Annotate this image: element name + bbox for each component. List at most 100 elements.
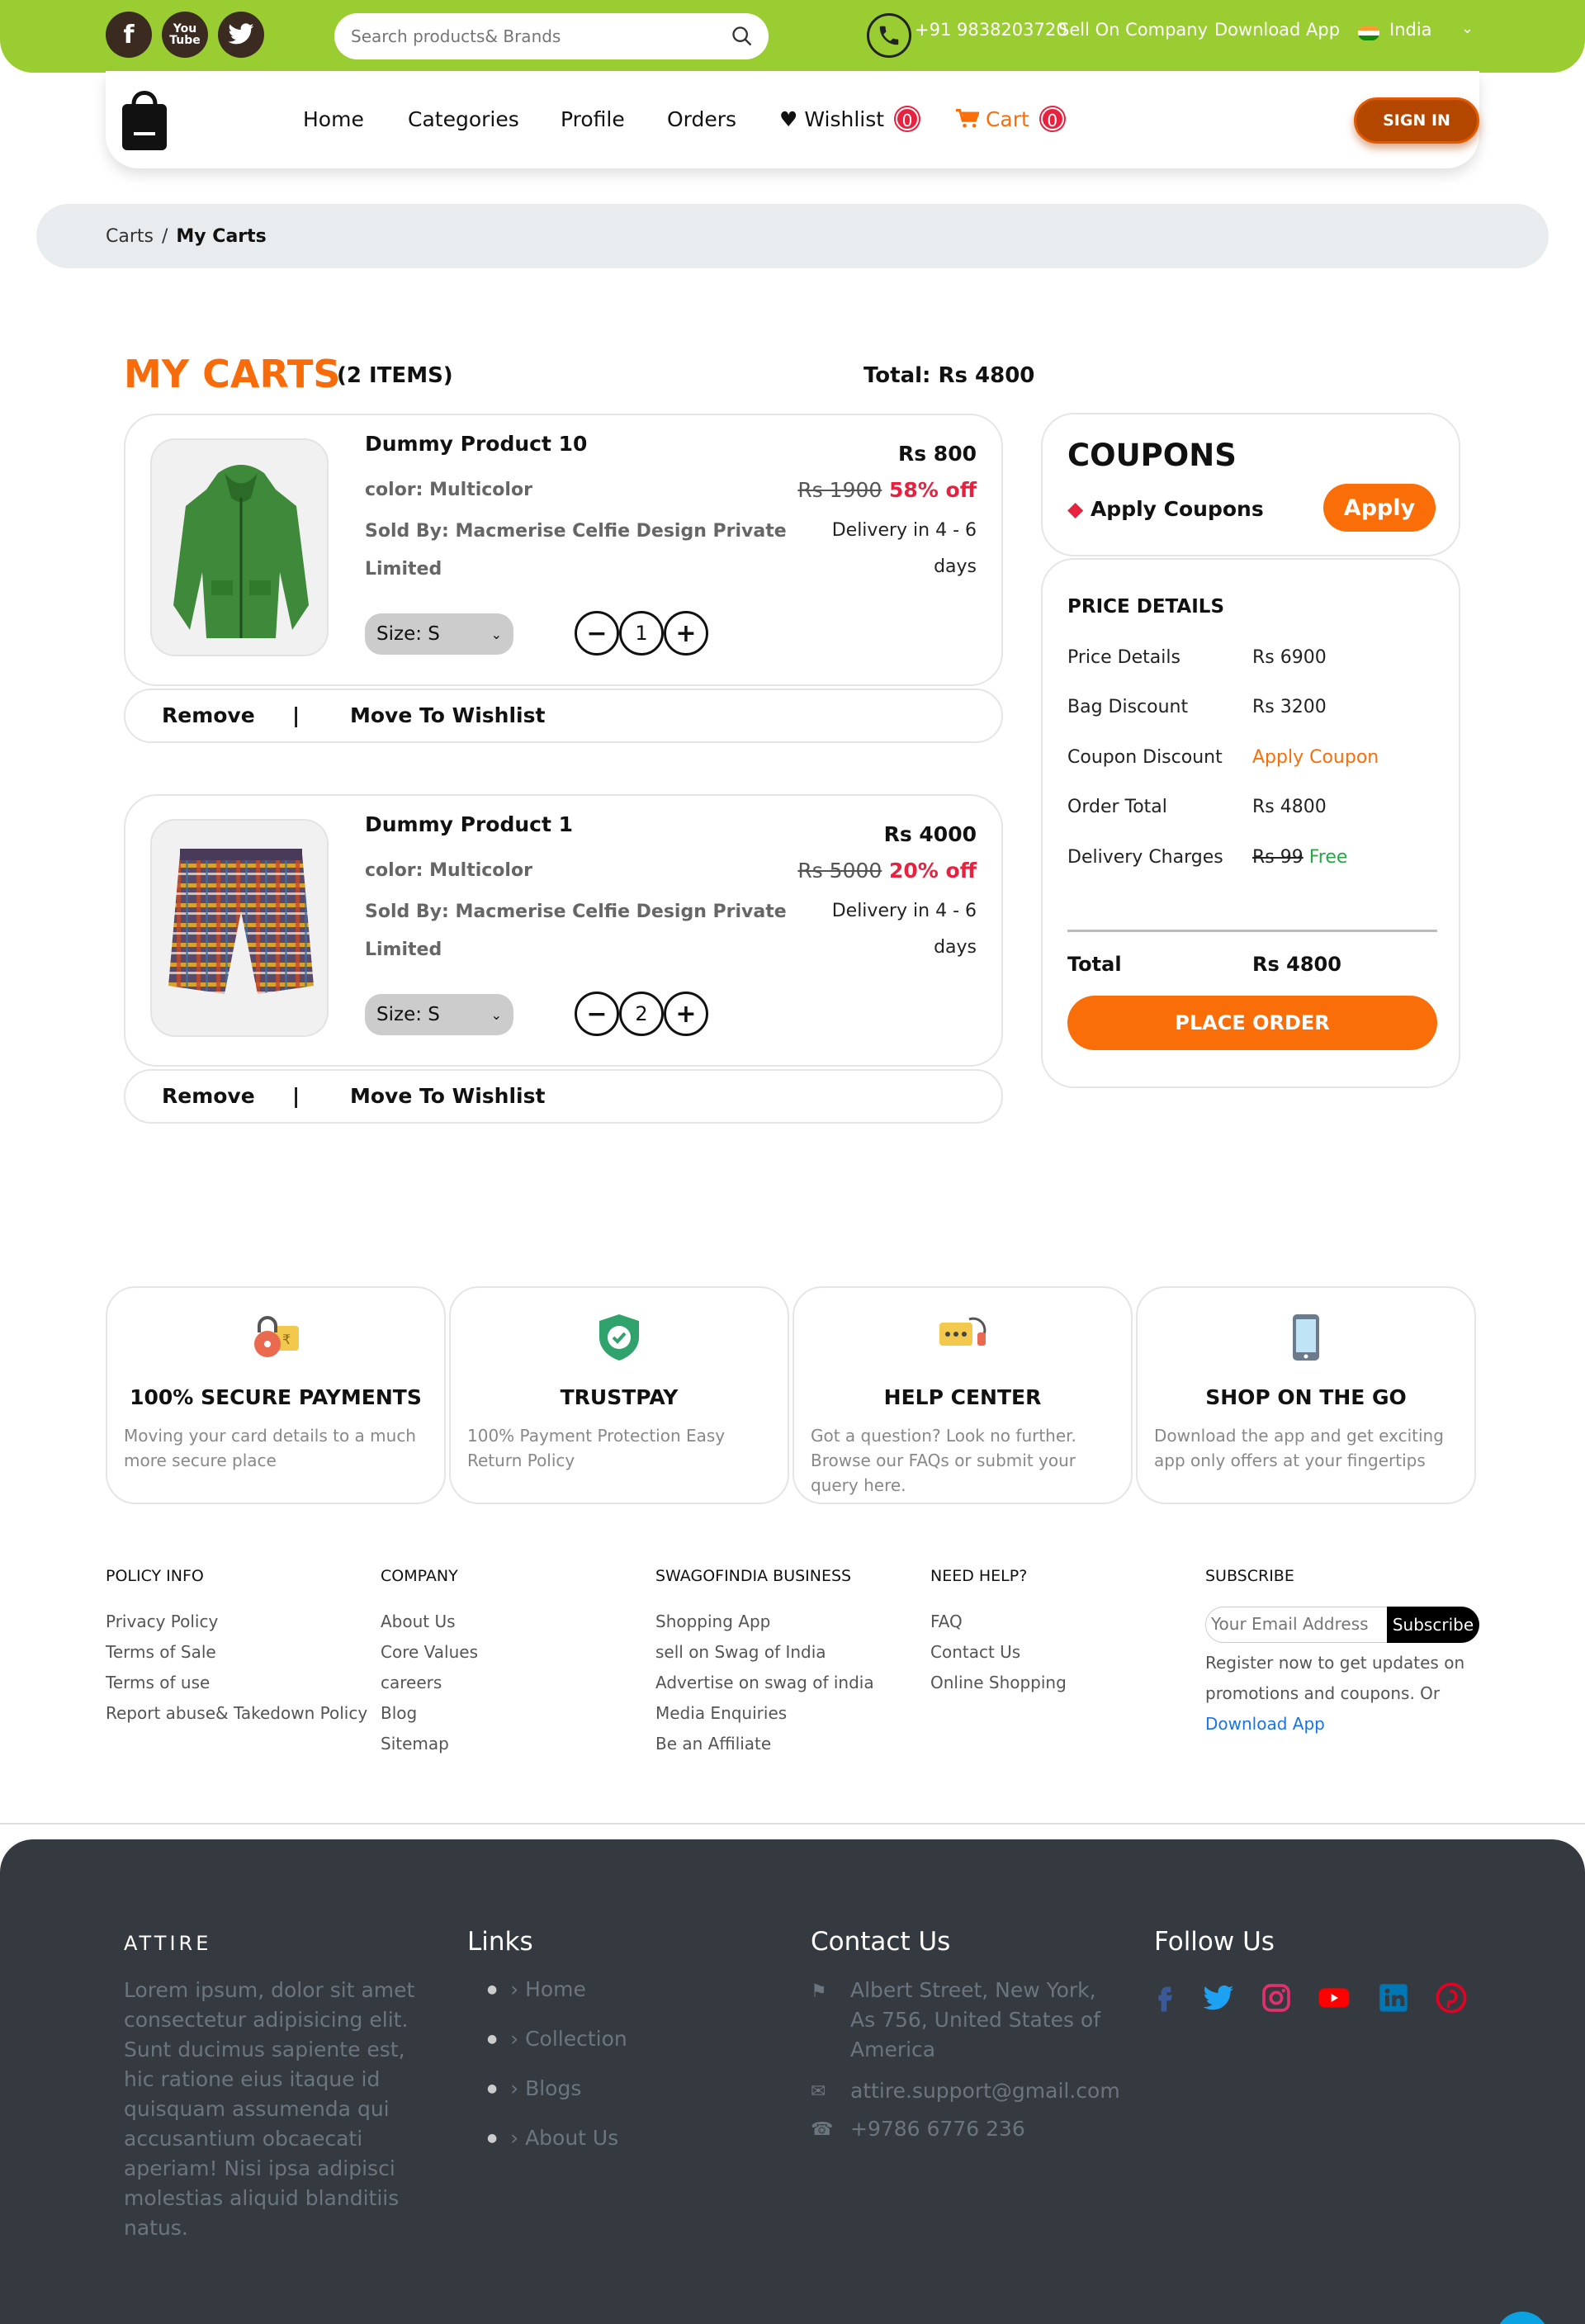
apply-coupon-link[interactable]: Apply Coupon bbox=[1252, 747, 1379, 768]
download-app-link[interactable]: Download App bbox=[1214, 20, 1340, 40]
footer-link[interactable]: Contact Us bbox=[930, 1637, 1067, 1668]
move-to-wishlist-button[interactable]: Move To Wishlist bbox=[350, 703, 545, 727]
bag-discount-label: Bag Discount bbox=[1067, 697, 1189, 717]
footer-link[interactable]: Sitemap bbox=[381, 1729, 478, 1759]
nav-cart[interactable]: Cart 0 bbox=[956, 107, 1064, 131]
footer-heading: NEED HELP? bbox=[930, 1567, 1028, 1585]
linkedin-icon[interactable] bbox=[1377, 1981, 1410, 2014]
footer-link[interactable]: Core Values bbox=[381, 1637, 478, 1668]
decrease-qty-button[interactable]: − bbox=[575, 992, 619, 1036]
footer-link[interactable]: Online Shopping bbox=[930, 1668, 1067, 1698]
sell-on-company-link[interactable]: Sell On Company bbox=[1058, 20, 1208, 40]
youtube-icon[interactable]: You Tube bbox=[162, 12, 208, 58]
facebook-icon[interactable]: f bbox=[106, 12, 152, 58]
quantity-value: 1 bbox=[619, 611, 664, 656]
footer-link[interactable]: About Us bbox=[381, 1607, 478, 1637]
delivery-line-2: days bbox=[934, 556, 977, 577]
youtube-icon[interactable] bbox=[1318, 1981, 1351, 2014]
apply-coupon-button[interactable]: Apply bbox=[1323, 484, 1436, 532]
feature-text: 100% Payment Protection Easy Return Poli… bbox=[467, 1426, 726, 1470]
nav-home[interactable]: Home bbox=[303, 107, 364, 131]
twitter-icon[interactable] bbox=[218, 12, 264, 58]
footer-link[interactable]: Report abuse& Takedown Policy bbox=[106, 1698, 367, 1729]
attire-description: Lorem ipsum, dolor sit amet consectetur … bbox=[124, 1978, 415, 2240]
remove-button[interactable]: Remove bbox=[162, 703, 255, 727]
product-name[interactable]: Dummy Product 1 bbox=[365, 812, 573, 836]
feature-text: Download the app and get exciting app on… bbox=[1154, 1426, 1444, 1470]
contact-phone[interactable]: +9786 6776 236 bbox=[850, 2114, 1025, 2144]
place-order-button[interactable]: PLACE ORDER bbox=[1067, 996, 1437, 1050]
size-select[interactable]: Size: S ⌄ bbox=[365, 613, 513, 655]
increase-qty-button[interactable]: + bbox=[664, 611, 708, 656]
footer-link[interactable]: Media Enquiries bbox=[655, 1698, 874, 1729]
chevron-down-icon[interactable]: ⌄ bbox=[1461, 20, 1474, 37]
footer-link[interactable]: Terms of Sale bbox=[106, 1637, 367, 1668]
search-input[interactable] bbox=[351, 26, 714, 46]
nav-profile[interactable]: Profile bbox=[561, 107, 625, 131]
jacket-image bbox=[173, 465, 309, 638]
contact-email[interactable]: attire.support@gmail.com bbox=[850, 2076, 1120, 2106]
footer-nav-link[interactable]: ● › Blogs bbox=[487, 2076, 581, 2100]
footer-link[interactable]: Be an Affiliate bbox=[655, 1729, 874, 1759]
footer-link[interactable]: FAQ bbox=[930, 1607, 1067, 1637]
items-count: (2 ITEMS) bbox=[337, 363, 453, 388]
nav-wishlist[interactable]: ♥ Wishlist 0 bbox=[779, 107, 920, 131]
delivery-estimate: Delivery in 4 - 6 days bbox=[811, 893, 977, 966]
download-app-link[interactable]: Download App bbox=[1205, 1709, 1486, 1739]
footer-nav-home[interactable]: Home bbox=[525, 1977, 586, 2001]
footer-link[interactable]: careers bbox=[381, 1668, 478, 1698]
product-price: Rs 800 bbox=[897, 442, 977, 466]
breadcrumb: Carts / My Carts bbox=[36, 204, 1549, 268]
footer-nav-link[interactable]: ● › Home bbox=[487, 1977, 586, 2001]
footer-link[interactable]: Shopping App bbox=[655, 1607, 874, 1637]
nav-categories[interactable]: Categories bbox=[408, 107, 519, 131]
page-title: MY CARTS bbox=[124, 352, 341, 396]
product-image[interactable] bbox=[150, 819, 329, 1037]
email-field[interactable] bbox=[1211, 1614, 1384, 1634]
coupons-panel: COUPONS ◆ Apply Coupons Apply bbox=[1041, 413, 1460, 556]
footer-link[interactable]: Privacy Policy bbox=[106, 1607, 367, 1637]
footer-link[interactable]: Advertise on swag of india bbox=[655, 1668, 874, 1698]
remove-button[interactable]: Remove bbox=[162, 1084, 255, 1108]
search-icon[interactable] bbox=[731, 25, 754, 48]
instagram-icon[interactable] bbox=[1260, 1981, 1293, 2014]
search-bar[interactable] bbox=[334, 13, 769, 59]
footer-nav-link[interactable]: ● › Collection bbox=[487, 2027, 627, 2051]
footer-nav-collection[interactable]: Collection bbox=[525, 2027, 627, 2051]
footer-link[interactable]: Blog bbox=[381, 1698, 478, 1729]
subscribe-button[interactable]: Subscribe bbox=[1387, 1607, 1479, 1643]
product-image[interactable] bbox=[150, 438, 329, 656]
discount-percent: 58% off bbox=[889, 478, 977, 502]
delivery-estimate: Delivery in 4 - 6 days bbox=[811, 513, 977, 585]
sign-in-button[interactable]: SIGN IN bbox=[1354, 97, 1479, 144]
product-seller: Sold By: Macmerise Celfie Design Private bbox=[365, 521, 787, 542]
product-seller: Sold By: Macmerise Celfie Design Private bbox=[365, 902, 787, 922]
pinterest-icon[interactable] bbox=[1435, 1981, 1468, 2014]
footer-link[interactable]: sell on Swag of India bbox=[655, 1637, 874, 1668]
footer-nav-link[interactable]: ● › About Us bbox=[487, 2126, 618, 2150]
increase-qty-button[interactable]: + bbox=[664, 992, 708, 1036]
feature-card: ₹ 100% SECURE PAYMENTS Moving your card … bbox=[106, 1286, 446, 1504]
feature-card: SHOP ON THE GO Download the app and get … bbox=[1136, 1286, 1476, 1504]
nav-orders[interactable]: Orders bbox=[667, 107, 736, 131]
decrease-qty-button[interactable]: − bbox=[575, 611, 619, 656]
svg-text:₹: ₹ bbox=[282, 1332, 291, 1347]
delivery-line-1: Delivery in 4 - 6 bbox=[831, 520, 977, 541]
breadcrumb-carts[interactable]: Carts bbox=[106, 226, 154, 247]
move-to-wishlist-button[interactable]: Move To Wishlist bbox=[350, 1084, 545, 1108]
footer-col-policy: POLICY INFO Privacy Policy Terms of Sale… bbox=[106, 1567, 367, 1729]
product-name[interactable]: Dummy Product 10 bbox=[365, 432, 587, 456]
footer-nav-blogs[interactable]: Blogs bbox=[525, 2076, 581, 2100]
breadcrumb-current: My Carts bbox=[176, 225, 267, 247]
wishlist-count-badge: 0 bbox=[896, 107, 920, 130]
facebook-icon[interactable] bbox=[1147, 1981, 1180, 2014]
country-select[interactable]: India bbox=[1389, 20, 1432, 40]
size-select[interactable]: Size: S ⌄ bbox=[365, 994, 513, 1035]
mobile-phone-icon bbox=[1293, 1314, 1319, 1361]
shop-bag-logo[interactable] bbox=[117, 83, 172, 152]
main-nav: Home Categories Profile Orders ♥ Wishlis… bbox=[106, 71, 1479, 168]
twitter-icon[interactable] bbox=[1202, 1981, 1235, 2014]
phone-number[interactable]: +91 9838203720 bbox=[915, 20, 1067, 40]
footer-link[interactable]: Terms of use bbox=[106, 1668, 367, 1698]
footer-nav-about[interactable]: About Us bbox=[525, 2126, 618, 2150]
